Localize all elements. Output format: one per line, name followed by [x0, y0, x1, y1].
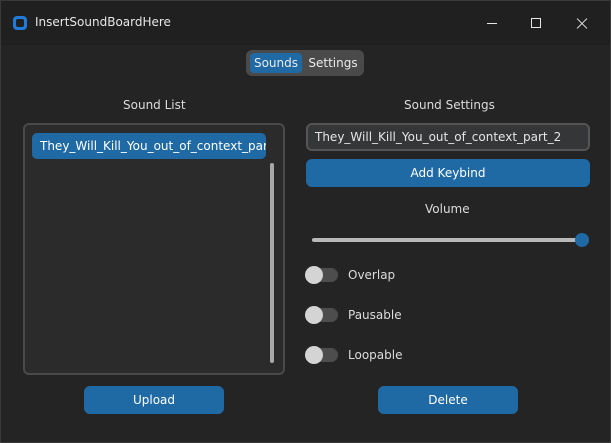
title-bar[interactable]: InsertSoundBoardHere — [1, 1, 610, 45]
pausable-label: Pausable — [348, 308, 402, 322]
tab-settings[interactable]: Settings — [305, 53, 361, 73]
sound-list[interactable]: They_Will_Kill_You_out_of_context_par — [23, 123, 285, 375]
app-icon — [13, 16, 27, 30]
switch-knob — [305, 346, 323, 364]
switch-knob — [305, 306, 323, 324]
minimize-button[interactable] — [469, 9, 515, 37]
overlap-switch[interactable] — [305, 266, 338, 284]
loopable-switch[interactable] — [305, 346, 338, 364]
window-title: InsertSoundBoardHere — [35, 15, 171, 29]
volume-slider-track[interactable] — [312, 238, 584, 242]
tab-selector: Sounds Settings — [246, 50, 364, 76]
volume-label: Volume — [425, 202, 470, 216]
switch-knob — [305, 266, 323, 284]
volume-slider-thumb[interactable] — [575, 233, 589, 247]
sound-name-input[interactable]: They_Will_Kill_You_out_of_context_part_2 — [306, 123, 590, 151]
list-scrollbar[interactable] — [270, 163, 274, 363]
upload-button[interactable]: Upload — [84, 386, 224, 414]
maximize-button[interactable] — [513, 9, 559, 37]
pausable-switch[interactable] — [305, 306, 338, 324]
overlap-label: Overlap — [348, 268, 396, 282]
tab-sounds[interactable]: Sounds — [250, 53, 302, 73]
sound-list-title: Sound List — [123, 98, 186, 112]
list-item[interactable]: They_Will_Kill_You_out_of_context_par — [32, 133, 266, 159]
delete-button[interactable]: Delete — [378, 386, 518, 414]
sound-settings-title: Sound Settings — [404, 98, 495, 112]
add-keybind-button[interactable]: Add Keybind — [306, 159, 590, 187]
app-window: InsertSoundBoardHere Sounds Settings Sou… — [0, 0, 611, 443]
close-button[interactable] — [559, 9, 605, 37]
loopable-label: Loopable — [348, 348, 403, 362]
